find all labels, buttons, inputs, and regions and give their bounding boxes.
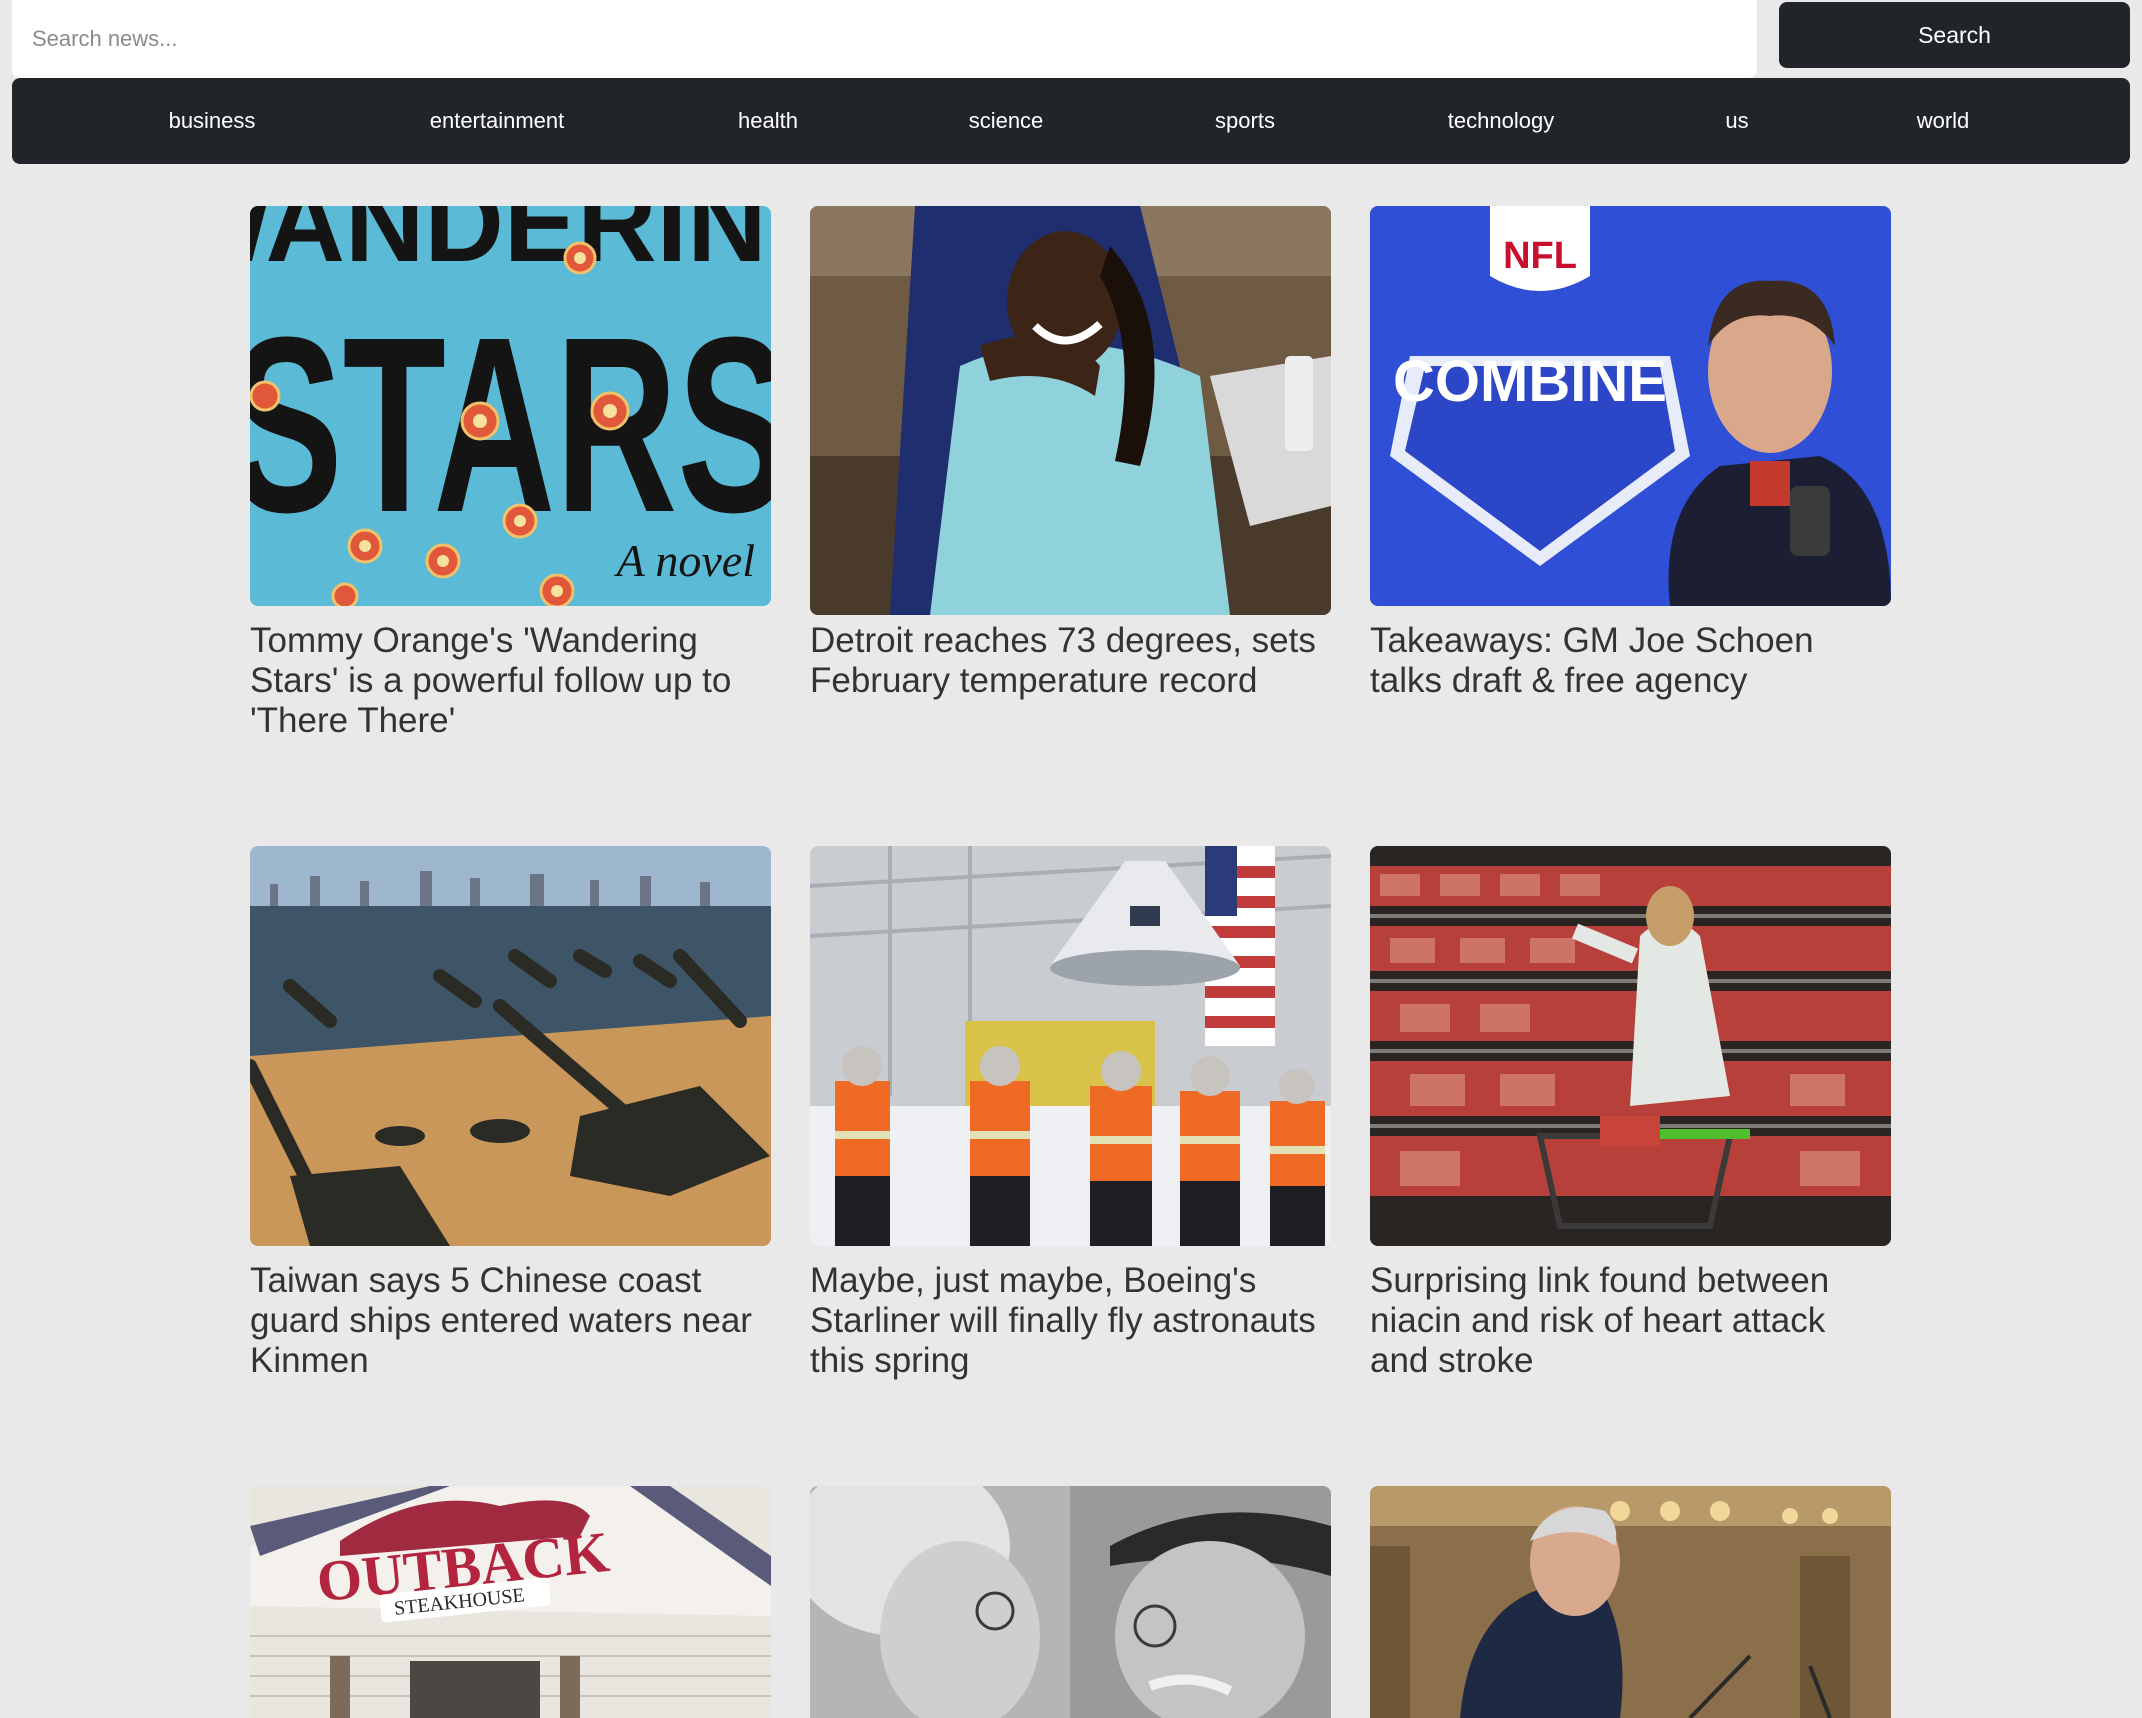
elderly-couple-photo[interactable] bbox=[810, 1486, 1331, 1718]
official-at-podium-photo[interactable] bbox=[1370, 1486, 1891, 1718]
beach-barricades-photo[interactable] bbox=[250, 846, 771, 1246]
nav-link-world[interactable]: world bbox=[1917, 78, 1970, 164]
search-bar: Search bbox=[12, 0, 2130, 78]
nav-link-health[interactable]: health bbox=[738, 78, 798, 164]
category-nav: business entertainment health science sp… bbox=[12, 78, 2130, 164]
press-conference-photo[interactable]: NFL COMBINE bbox=[1370, 206, 1891, 606]
svg-text:NFL: NFL bbox=[1503, 235, 1577, 277]
people-outdoors-photo[interactable] bbox=[810, 206, 1331, 615]
book-cover-image[interactable]: WANDERING STARS A novel bbox=[250, 206, 771, 606]
search-button[interactable]: Search bbox=[1779, 2, 2130, 68]
nav-link-technology[interactable]: technology bbox=[1448, 78, 1554, 164]
spacecraft-hangar-photo[interactable] bbox=[810, 846, 1331, 1246]
nav-link-sports[interactable]: sports bbox=[1215, 78, 1275, 164]
nav-link-business[interactable]: business bbox=[169, 78, 256, 164]
article-title[interactable]: Surprising link found between niacin and… bbox=[1370, 1261, 1891, 1381]
article-title[interactable]: Maybe, just maybe, Boeing's Starliner wi… bbox=[810, 1261, 1331, 1381]
svg-text:WANDERING: WANDERING bbox=[250, 206, 771, 285]
article-title[interactable]: Tommy Orange's 'Wandering Stars' is a po… bbox=[250, 621, 771, 741]
article-title[interactable]: Taiwan says 5 Chinese coast guard ships … bbox=[250, 1261, 771, 1381]
svg-text:A novel: A novel bbox=[614, 535, 755, 586]
nav-link-entertainment[interactable]: entertainment bbox=[430, 78, 565, 164]
nav-link-us[interactable]: us bbox=[1725, 78, 1748, 164]
article-title[interactable]: Detroit reaches 73 degrees, sets Februar… bbox=[810, 621, 1331, 701]
restaurant-sign-photo[interactable]: OUTBACK STEAKHOUSE bbox=[250, 1486, 771, 1718]
article-title[interactable]: Takeaways: GM Joe Schoen talks draft & f… bbox=[1370, 621, 1891, 701]
search-input[interactable] bbox=[12, 0, 1757, 78]
svg-text:COMBINE: COMBINE bbox=[1393, 349, 1667, 414]
nav-link-science[interactable]: science bbox=[969, 78, 1044, 164]
grocery-meat-aisle-photo[interactable] bbox=[1370, 846, 1891, 1246]
